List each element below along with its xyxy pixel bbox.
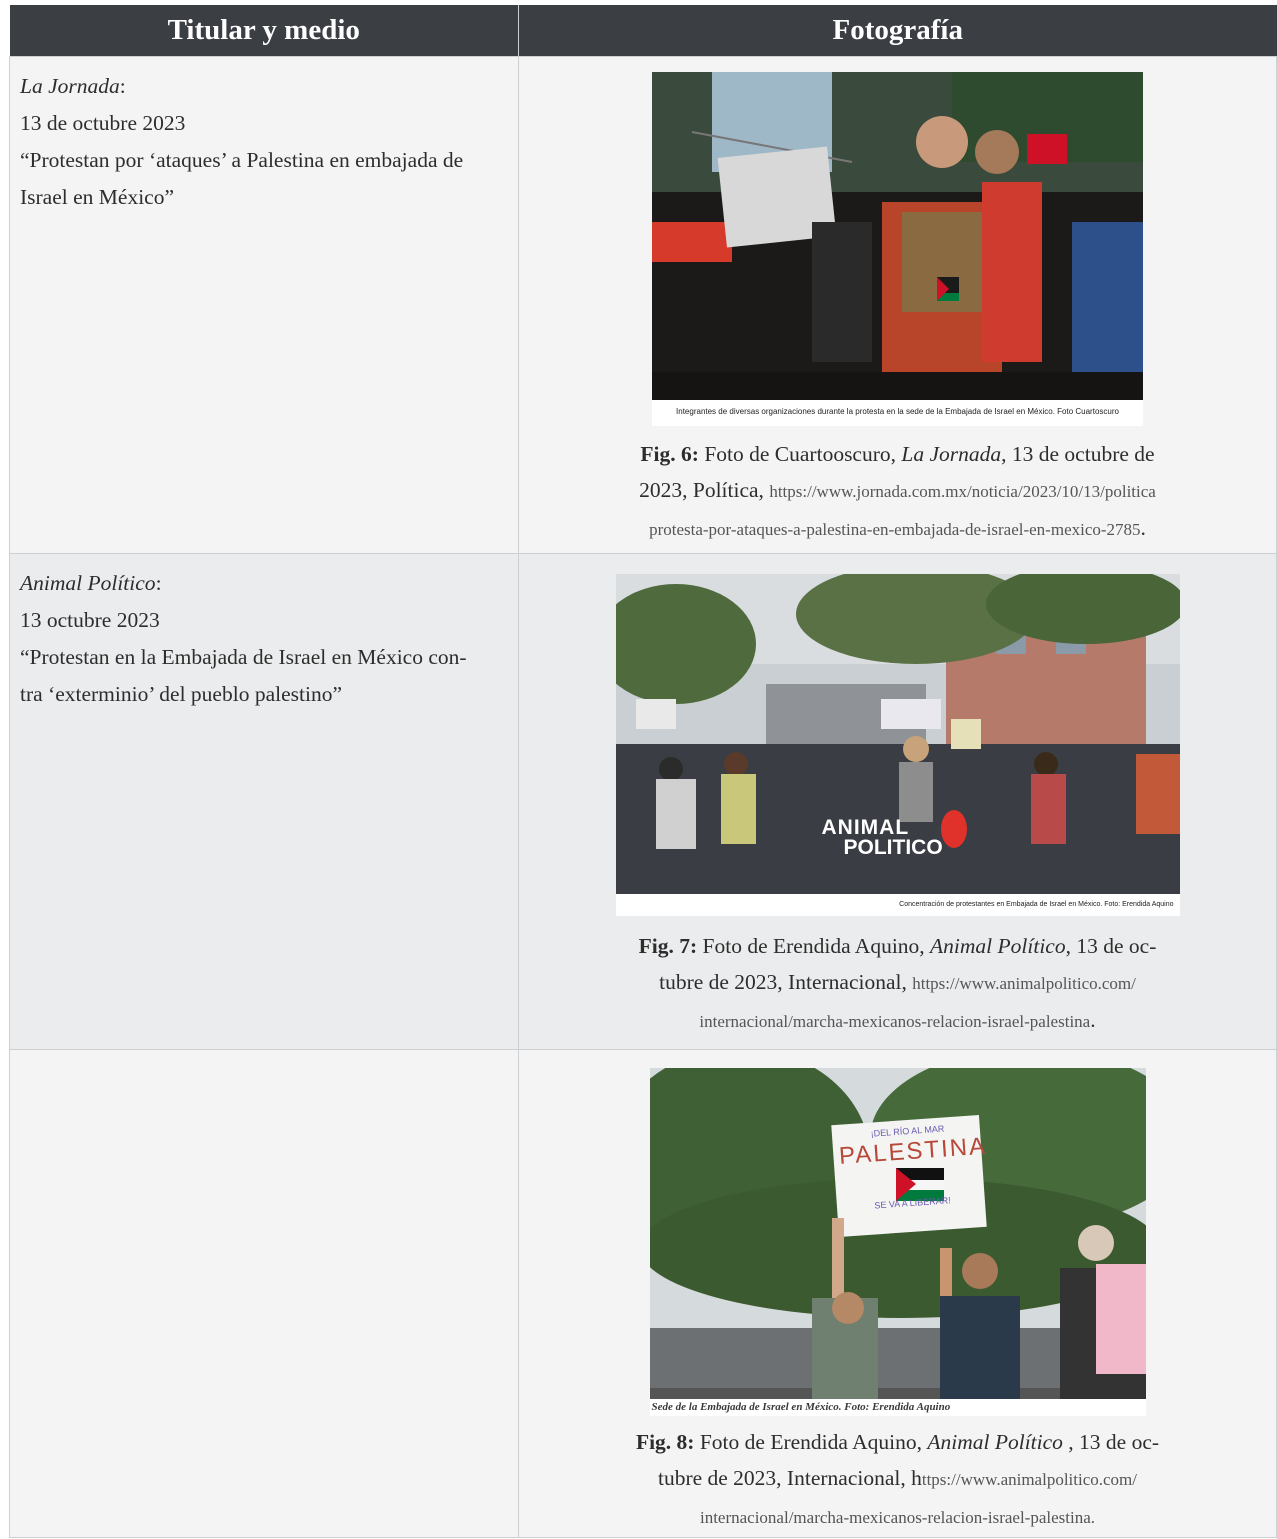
figure-text: , 13 de oc- [1065,934,1157,958]
figure-end: . [1090,1008,1096,1032]
figure-caption: Fig. 7: Foto de Erendida Aquino, Animal … [578,928,1218,1040]
table-row: La Jornada: 13 de octubre 2023 “Protesta… [9,56,1277,554]
figure-text: , 13 de octubre de [1001,442,1155,466]
figure-url-part: https://www.animalpolitico.com/ [912,974,1136,993]
figure-label: Fig. 7: [638,934,698,958]
protest-photo: ¡DEL RÍO AL MAR PALESTINA SE VA A LIBERA… [649,1068,1146,1416]
protest-sign-text: ¡DEL RÍO AL MAR PALESTINA SE VA A LIBERA… [837,1119,988,1215]
figure-end: . [1140,516,1146,540]
table-row: Animal Político: 13 octubre 2023 “Protes… [9,553,1277,1050]
photo-cell: ANIMAL POLITICO Concentración de protest… [518,553,1277,1050]
photo-cell: Integrantes de diversas organizaciones d… [518,56,1277,554]
figure-text: tubre de 2023, Internacional, h [657,1466,922,1490]
photo-caption-strip: Concentración de protestantes en Embajad… [615,894,1180,916]
watermark-line: ANIMAL [821,816,910,839]
column-header-photo: Fotografía [518,5,1277,57]
watermark-icon [940,810,967,848]
photo-cell: ¡DEL RÍO AL MAR PALESTINA SE VA A LIBERA… [518,1049,1277,1538]
table-row: ¡DEL RÍO AL MAR PALESTINA SE VA A LIBERA… [9,1049,1277,1538]
headline-cell-empty [9,1049,519,1538]
protest-photo: Integrantes de diversas organizaciones d… [652,72,1143,426]
photo-caption-strip: Integrantes de diversas organizaciones d… [652,400,1143,426]
figure-source: La Jornada [901,442,1002,466]
figure-source: Animal Político [927,1430,1063,1454]
protest-photo: ANIMAL POLITICO Concentración de protest… [615,574,1180,916]
headline-line-1: “Protestan en la Embajada de Israel en M… [20,645,467,669]
figure-text: Foto de Erendida Aquino, [697,934,931,958]
publication-date: 13 octubre 2023 [20,608,160,632]
figure-url-part: internacional/marcha-mexicanos-relacion-… [699,1508,1096,1527]
figure-label: Fig. 6: [640,442,699,466]
figure-url-part: protesta-por-ataques-a-palestina-en-emba… [649,520,1141,539]
outlet-colon: : [155,571,162,595]
watermark-line: POLITICO [843,836,943,859]
figure-text: 2023, Política, [639,478,770,502]
headline-line-2: Israel en México” [20,185,175,209]
headline-line-1: “Protestan por ‘ataques’ a Palestina en … [20,148,464,172]
column-header-headline: Titular y medio [9,5,519,57]
figure-url-part: https://www.jornada.com.mx/noticia/2023/… [769,482,1156,501]
figure-label: Fig. 8: [635,1430,695,1454]
figure-caption: Fig. 8: Foto de Erendida Aquino, Animal … [578,1424,1218,1536]
figure-text: , 13 de oc- [1062,1430,1160,1454]
figure-url-part: internacional/marcha-mexicanos-relacion-… [699,1012,1091,1031]
photo-caption-strip: Sede de la Embajada de Israel en México.… [649,1399,1146,1416]
watermark-logo: ANIMAL POLITICO [821,816,943,859]
headline-cell: La Jornada: 13 de octubre 2023 “Protesta… [9,56,519,554]
news-table: Titular y medio Fotografía La Jornada: 1… [9,5,1277,1538]
headline-cell: Animal Político: 13 octubre 2023 “Protes… [9,553,519,1050]
outlet-colon: : [119,74,126,98]
table-header-row: Titular y medio Fotografía [9,5,1277,57]
figure-url-part: ttps://www.animalpolitico.com/ [921,1470,1138,1489]
figure-text: Foto de Erendida Aquino, [694,1430,928,1454]
headline-line-2: tra ‘exterminio’ del pueblo palestino” [20,682,342,706]
figure-source: Animal Político [930,934,1066,958]
outlet-name: Animal Político [20,571,156,595]
publication-date: 13 de octubre 2023 [20,111,186,135]
figure-caption: Fig. 6: Foto de Cuartooscuro, La Jornada… [578,436,1218,548]
outlet-name: La Jornada [20,74,120,98]
figure-text: tubre de 2023, Internacional, [659,970,913,994]
figure-text: Foto de Cuartooscuro, [698,442,902,466]
